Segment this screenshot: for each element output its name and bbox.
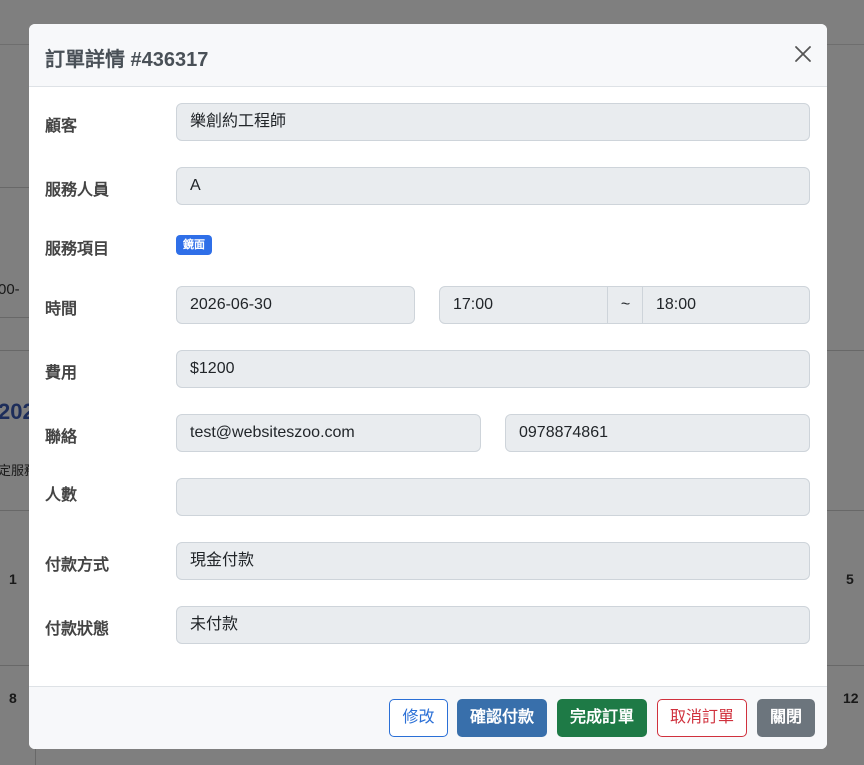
staff-field[interactable]: A — [176, 167, 810, 205]
start-time-field[interactable]: 17:00 — [439, 286, 608, 324]
people-label: 人數 — [45, 487, 78, 504]
people-row: 人數 — [29, 478, 827, 516]
modal-title: 訂單詳情 #436317 — [45, 49, 209, 71]
customer-row: 顧客 樂創約工程師 — [29, 103, 827, 141]
close-icon[interactable] — [793, 44, 813, 64]
time-label: 時間 — [45, 301, 78, 318]
staff-row: 服務人員 A — [29, 167, 827, 205]
complete-order-button[interactable]: 完成訂單 — [557, 699, 647, 737]
payment-method-label: 付款方式 — [45, 557, 110, 574]
fee-row: 費用 $1200 — [29, 350, 827, 388]
customer-field[interactable]: 樂創約工程師 — [176, 103, 810, 141]
fee-field[interactable]: $1200 — [176, 350, 810, 388]
close-button[interactable]: 關閉 — [757, 699, 815, 737]
service-row: 服務項目 — [29, 226, 827, 264]
order-detail-modal: 訂單詳情 #436317 顧客 樂創約工程師 服務人員 A 服務項目 鏡面 時間… — [29, 24, 827, 749]
staff-label: 服務人員 — [45, 182, 110, 199]
payment-status-row: 付款狀態 未付款 — [29, 606, 827, 644]
service-badge: 鏡面 — [176, 235, 212, 255]
cancel-order-button[interactable]: 取消訂單 — [657, 699, 747, 737]
fee-label: 費用 — [45, 365, 78, 382]
payment-method-field[interactable]: 現金付款 — [176, 542, 810, 580]
payment-status-label: 付款狀態 — [45, 621, 110, 638]
service-label: 服務項目 — [45, 241, 110, 258]
contact-label: 聯絡 — [45, 429, 78, 446]
time-separator: ~ — [608, 286, 643, 324]
date-field[interactable]: 2026-06-30 — [176, 286, 415, 324]
end-time-field[interactable]: 18:00 — [642, 286, 810, 324]
customer-label: 顧客 — [45, 118, 78, 135]
contact-row: 聯絡 test@websiteszoo.com 0978874861 — [29, 414, 827, 452]
people-field[interactable] — [176, 478, 810, 516]
edit-button[interactable]: 修改 — [389, 699, 448, 737]
time-row: 時間 2026-06-30 17:00 ~ 18:00 — [29, 286, 827, 324]
phone-field[interactable]: 0978874861 — [505, 414, 810, 452]
confirm-payment-button[interactable]: 確認付款 — [457, 699, 547, 737]
modal-footer: 修改 確認付款 完成訂單 取消訂單 關閉 — [29, 686, 827, 749]
email-field[interactable]: test@websiteszoo.com — [176, 414, 481, 452]
payment-status-field[interactable]: 未付款 — [176, 606, 810, 644]
modal-header: 訂單詳情 #436317 — [29, 24, 827, 87]
payment-method-row: 付款方式 現金付款 — [29, 542, 827, 580]
